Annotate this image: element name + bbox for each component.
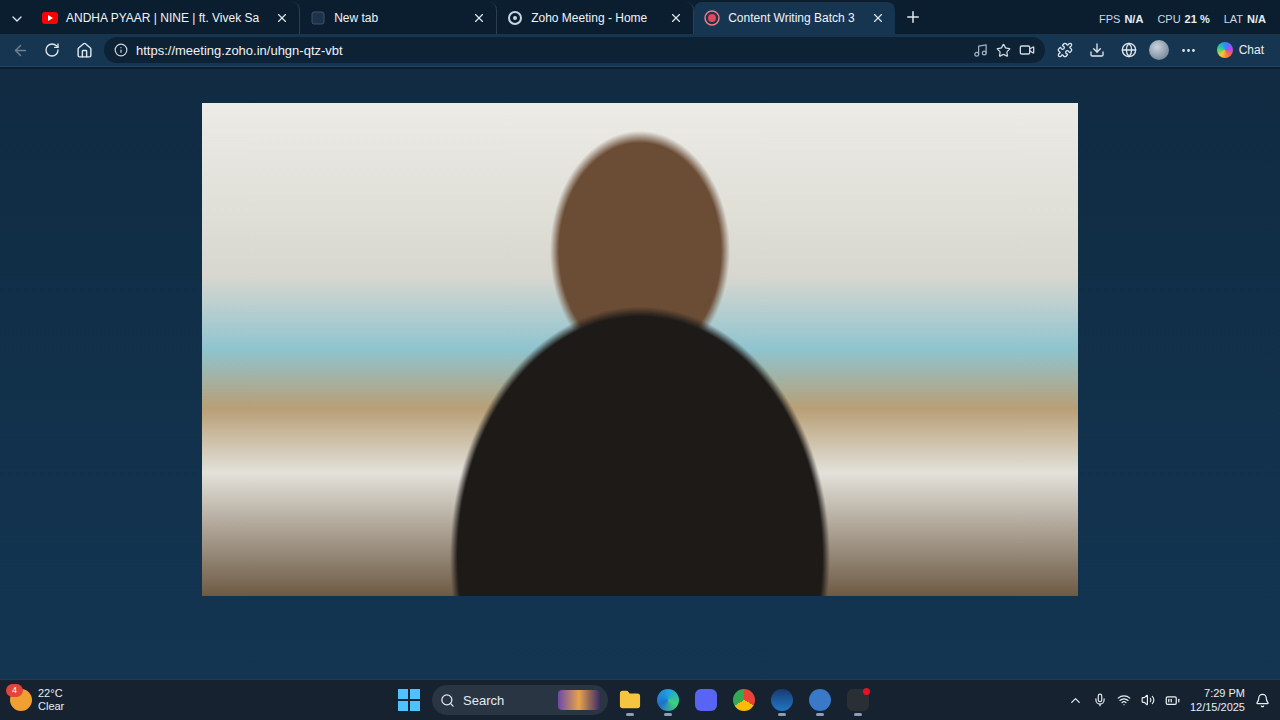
ellipsis-icon xyxy=(1180,42,1197,59)
system-tray: 7:29 PM12/15/2025 xyxy=(882,686,1270,714)
close-icon[interactable] xyxy=(472,11,486,25)
search-highlight-image xyxy=(558,690,600,710)
tab-title: New tab xyxy=(334,11,464,25)
browser-tab[interactable]: ANDHA PYAAR | NINE | ft. Vivek Sa xyxy=(32,2,300,34)
new-tab-button[interactable] xyxy=(901,5,925,29)
url-text: https://meeting.zoho.in/uhgn-qtz-vbt xyxy=(136,43,965,58)
notification-dot xyxy=(863,688,870,695)
tab-strip: ANDHA PYAAR | NINE | ft. Vivek Sa New tab… xyxy=(0,0,1280,34)
new-tab-icon xyxy=(311,11,325,25)
perf-stat: FPSN/A xyxy=(1099,13,1143,25)
taskbar-app[interactable] xyxy=(652,683,684,717)
weather-widget[interactable]: 422°CClear xyxy=(10,687,390,713)
recording-icon xyxy=(704,10,720,26)
collections-button[interactable] xyxy=(1117,38,1141,62)
perf-stat: CPU21 % xyxy=(1157,13,1209,25)
puzzle-icon xyxy=(1057,42,1073,58)
home-icon xyxy=(76,42,93,59)
youtube-icon xyxy=(42,12,58,24)
browser-tab[interactable]: Content Writing Batch 3 xyxy=(694,2,895,34)
chrome-icon xyxy=(733,689,755,711)
discord-icon xyxy=(695,689,717,711)
close-icon[interactable] xyxy=(275,11,289,25)
steam-icon xyxy=(771,689,793,711)
volume-icon[interactable] xyxy=(1141,693,1155,707)
desktop: ANDHA PYAAR | NINE | ft. Vivek Sa New tab… xyxy=(0,0,1280,720)
close-icon[interactable] xyxy=(669,11,683,25)
more-button[interactable] xyxy=(1177,38,1201,62)
close-icon[interactable] xyxy=(871,11,885,25)
participant-video xyxy=(202,103,1078,596)
back-button[interactable] xyxy=(8,38,32,62)
taskbar-app[interactable] xyxy=(614,683,646,717)
taskbar-app[interactable] xyxy=(728,683,760,717)
battery-icon[interactable] xyxy=(1165,693,1180,708)
wifi-icon[interactable] xyxy=(1117,693,1131,707)
globe-icon xyxy=(1121,42,1137,58)
taskbar-search[interactable]: Search xyxy=(432,685,608,715)
tab-favicon xyxy=(704,10,720,26)
tab-favicon xyxy=(507,10,523,26)
favorite-star-icon[interactable] xyxy=(996,43,1011,58)
weather-icon: 4 xyxy=(10,689,32,711)
perf-stat: LATN/A xyxy=(1224,13,1266,25)
tab-title: Zoho Meeting - Home xyxy=(531,11,661,25)
home-button[interactable] xyxy=(72,38,96,62)
refresh-icon xyxy=(44,42,60,58)
address-toolbar: https://meeting.zoho.in/uhgn-qtz-vbt Chat xyxy=(0,34,1280,67)
copilot-chat-button[interactable]: Chat xyxy=(1209,39,1272,61)
microphone-icon[interactable] xyxy=(1093,693,1107,707)
copilot-icon xyxy=(1217,42,1233,58)
edge-icon xyxy=(657,689,679,711)
plus-icon xyxy=(904,8,922,26)
zoho-meeting-icon xyxy=(507,10,523,26)
site-info-icon[interactable] xyxy=(114,43,128,57)
tab-actions-button[interactable] xyxy=(6,4,28,34)
taskbar-apps: Search xyxy=(398,683,874,717)
read-aloud-icon[interactable] xyxy=(973,43,988,58)
chevron-down-icon xyxy=(9,11,25,27)
taskbar-app[interactable] xyxy=(804,683,836,717)
refresh-button[interactable] xyxy=(40,38,64,62)
tab-favicon xyxy=(42,10,58,26)
tab-title: ANDHA PYAAR | NINE | ft. Vivek Sa xyxy=(66,11,267,25)
meeting-stage xyxy=(0,67,1280,679)
windows-start-icon[interactable] xyxy=(398,689,420,711)
browser-tab[interactable]: Zoho Meeting - Home xyxy=(497,2,694,34)
file-explorer-icon xyxy=(619,689,641,711)
address-bar[interactable]: https://meeting.zoho.in/uhgn-qtz-vbt xyxy=(104,37,1045,63)
taskbar-app[interactable] xyxy=(690,683,722,717)
notifications-icon[interactable] xyxy=(1255,693,1270,708)
camera-icon[interactable] xyxy=(1019,42,1035,58)
weather-badge: 4 xyxy=(6,684,23,697)
tab-title: Content Writing Batch 3 xyxy=(728,11,863,25)
qbittorrent-icon xyxy=(809,689,831,711)
search-icon xyxy=(440,693,455,708)
profile-avatar[interactable] xyxy=(1149,40,1169,60)
performance-overlay: FPSN/A CPU21 % LATN/A xyxy=(1099,4,1280,34)
taskbar-app[interactable] xyxy=(842,683,874,717)
download-icon xyxy=(1089,42,1105,58)
arrow-left-icon xyxy=(12,42,29,59)
chevron-up-icon[interactable] xyxy=(1068,693,1083,708)
clock[interactable]: 7:29 PM12/15/2025 xyxy=(1190,686,1245,714)
browser-essentials-button[interactable] xyxy=(1085,38,1109,62)
browser-tab[interactable]: New tab xyxy=(300,2,497,34)
taskbar-app[interactable] xyxy=(766,683,798,717)
extensions-button[interactable] xyxy=(1053,38,1077,62)
tab-favicon xyxy=(310,10,326,26)
taskbar: 422°CClear Search 7:29 PM12/15/2025 xyxy=(0,679,1280,720)
